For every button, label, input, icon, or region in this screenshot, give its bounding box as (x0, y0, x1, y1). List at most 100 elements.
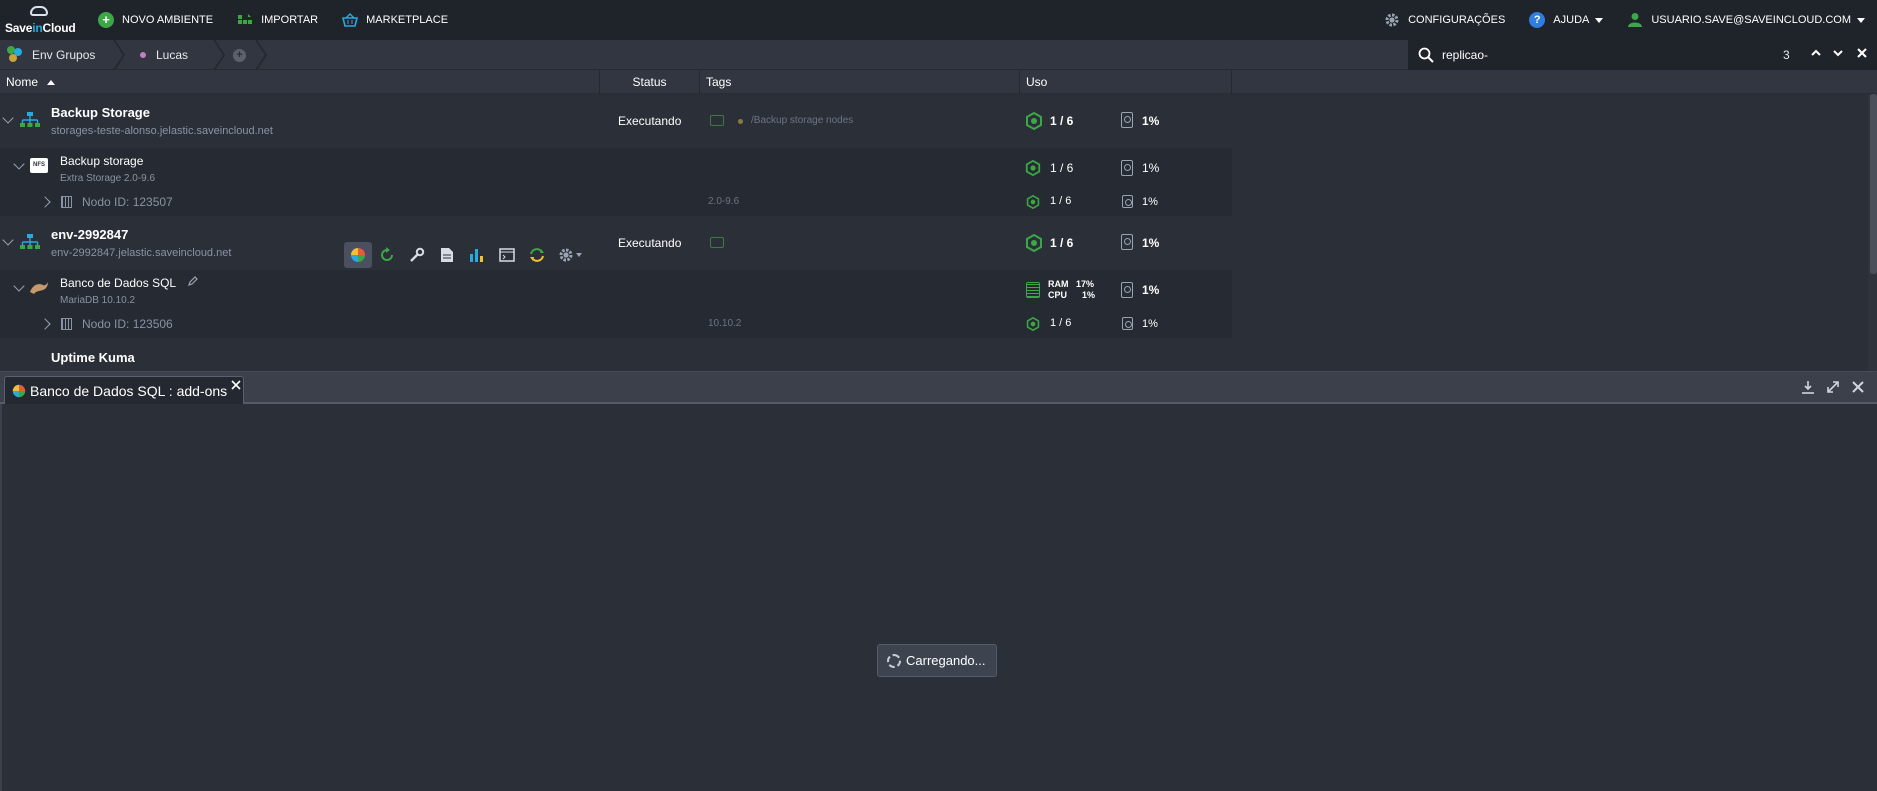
redeploy-button[interactable] (522, 242, 552, 268)
cloudlets-icon (1026, 234, 1042, 252)
environment-domain[interactable]: storages-teste-alonso.jelastic.saveinclo… (51, 125, 273, 137)
addons-button[interactable] (344, 242, 372, 268)
expand-icon[interactable] (39, 318, 51, 330)
search-bar: 3 (1408, 40, 1877, 70)
tag-label[interactable]: /Backup storage nodes (751, 115, 853, 126)
breadcrumb-separator (113, 40, 126, 70)
edit-pencil-icon[interactable] (188, 275, 198, 289)
collapse-icon[interactable] (2, 234, 14, 246)
expand-icon (1827, 381, 1839, 393)
panel-close-button[interactable] (1850, 380, 1866, 396)
caret-down-icon (576, 253, 582, 257)
panel-maximize-button[interactable] (1825, 380, 1841, 396)
web-ssh-button[interactable] (492, 242, 522, 268)
panel-minimize-button[interactable] (1800, 380, 1816, 396)
node-name[interactable]: Banco de Dados SQL (60, 276, 176, 290)
column-header-tags[interactable]: Tags (700, 70, 1020, 94)
column-header-usage[interactable]: Uso (1020, 70, 1232, 94)
import-button[interactable]: IMPORTAR (225, 0, 330, 40)
restart-button[interactable] (372, 242, 402, 268)
region-flag-icon (710, 237, 724, 248)
close-icon (1852, 381, 1864, 393)
close-icon (1857, 48, 1867, 58)
node-group-row[interactable]: Banco de Dados SQL MariaDB 10.10.2 RAM 1… (0, 270, 1232, 310)
basket-icon (342, 12, 359, 28)
more-settings-button[interactable] (552, 242, 588, 268)
add-circle-icon: + (233, 48, 246, 62)
search-close-button[interactable] (1854, 46, 1870, 64)
environment-icon (20, 234, 40, 253)
env-groups-icon (6, 45, 24, 66)
log-button[interactable] (432, 242, 462, 268)
environment-name[interactable]: Uptime Kuma (51, 350, 135, 365)
tab-addons[interactable]: Banco de Dados SQL : add-ons (4, 376, 244, 404)
settings-button[interactable]: CONFIGURAÇÕES (1372, 0, 1517, 40)
caret-down-icon (1857, 17, 1865, 23)
node-group-row[interactable]: NFS Backup storage Extra Storage 2.0-9.6… (0, 148, 1232, 188)
breadcrumb-root[interactable]: Env Grupos (6, 40, 95, 70)
region-flag-icon (710, 115, 724, 126)
tab-close-button[interactable] (231, 377, 241, 393)
node-id[interactable]: Nodo ID: 123506 (82, 317, 173, 331)
breadcrumb-group[interactable]: Lucas (140, 40, 188, 70)
collapse-icon[interactable] (2, 112, 14, 124)
config-button[interactable] (402, 242, 432, 268)
disk-icon (1121, 160, 1133, 176)
cloudlets-icon (1026, 317, 1040, 331)
grid-scrollbar[interactable] (1870, 94, 1877, 274)
search-input[interactable] (1442, 48, 1772, 62)
column-header-name[interactable]: Nome (0, 70, 600, 94)
environments-grid: Backup Storage storages-teste-alonso.jel… (0, 94, 1877, 371)
environment-row[interactable]: Uptime Kuma (0, 338, 1232, 371)
user-menu[interactable]: USUARIO.SAVE@SAVEINCLOUD.COM (1615, 0, 1877, 40)
top-bar: SaveinCloud + NOVO AMBIENTE IMPORTAR MAR… (0, 0, 1877, 40)
disk-icon (1121, 282, 1133, 298)
new-environment-button[interactable]: + NOVO AMBIENTE (86, 0, 225, 40)
cloud-icon (30, 6, 48, 16)
cloudlets-value: 1 / 6 (1050, 161, 1074, 175)
disk-usage: 1% (1142, 236, 1160, 250)
environment-row[interactable]: Backup Storage storages-teste-alonso.jel… (0, 94, 1232, 148)
environment-name[interactable]: env-2992847 (51, 227, 128, 242)
marketplace-button[interactable]: MARKETPLACE (330, 0, 460, 40)
ram-cpu-icon (1026, 282, 1040, 298)
status-text: Executando (618, 114, 682, 128)
addons-panel-body (0, 404, 1877, 791)
import-icon (237, 12, 253, 28)
search-prev-button[interactable] (1808, 46, 1824, 64)
node-version: MariaDB 10.10.2 (60, 295, 136, 306)
terminal-icon (499, 248, 515, 262)
environment-row[interactable]: env-2992847 env-2992847.jelastic.saveinc… (0, 216, 1232, 270)
disk-usage: 1% (1142, 114, 1160, 128)
collapse-icon[interactable] (13, 158, 25, 170)
server-icon (61, 318, 72, 330)
search-icon (1418, 47, 1434, 63)
disk-icon (1122, 317, 1133, 330)
collapse-icon[interactable] (13, 280, 25, 292)
breadcrumb-separator (255, 40, 268, 70)
redeploy-icon (530, 248, 544, 262)
disk-usage: 1% (1142, 283, 1160, 297)
statistics-button[interactable] (462, 242, 492, 268)
user-icon (1627, 12, 1643, 28)
node-row[interactable]: Nodo ID: 123507 2.0-9.6 1 / 6 1% (0, 188, 1232, 216)
node-name[interactable]: Backup storage (60, 154, 143, 168)
environment-domain[interactable]: env-2992847.jelastic.saveincloud.net (51, 247, 231, 259)
node-row[interactable]: Nodo ID: 123506 10.10.2 1 / 6 1% (0, 310, 1232, 338)
search-next-button[interactable] (1830, 46, 1846, 64)
column-header-status[interactable]: Status (600, 70, 700, 94)
cloudlets-icon (1025, 160, 1041, 176)
add-group-button[interactable]: + (233, 40, 246, 70)
expand-icon[interactable] (39, 196, 51, 208)
close-icon (231, 380, 241, 390)
environment-icon (20, 112, 40, 131)
help-menu[interactable]: ? AJUDA (1517, 0, 1615, 40)
node-id[interactable]: Nodo ID: 123507 (82, 195, 173, 209)
plus-icon: + (98, 12, 114, 28)
environment-name[interactable]: Backup Storage (51, 105, 150, 120)
bottom-panel-tabbar: Banco de Dados SQL : add-ons (0, 372, 1877, 404)
saveincloud-logo[interactable]: SaveinCloud (0, 0, 86, 40)
grid-header: Nome Status Tags Uso (0, 70, 1877, 94)
disk-icon (1122, 195, 1133, 208)
help-icon: ? (1529, 12, 1546, 28)
